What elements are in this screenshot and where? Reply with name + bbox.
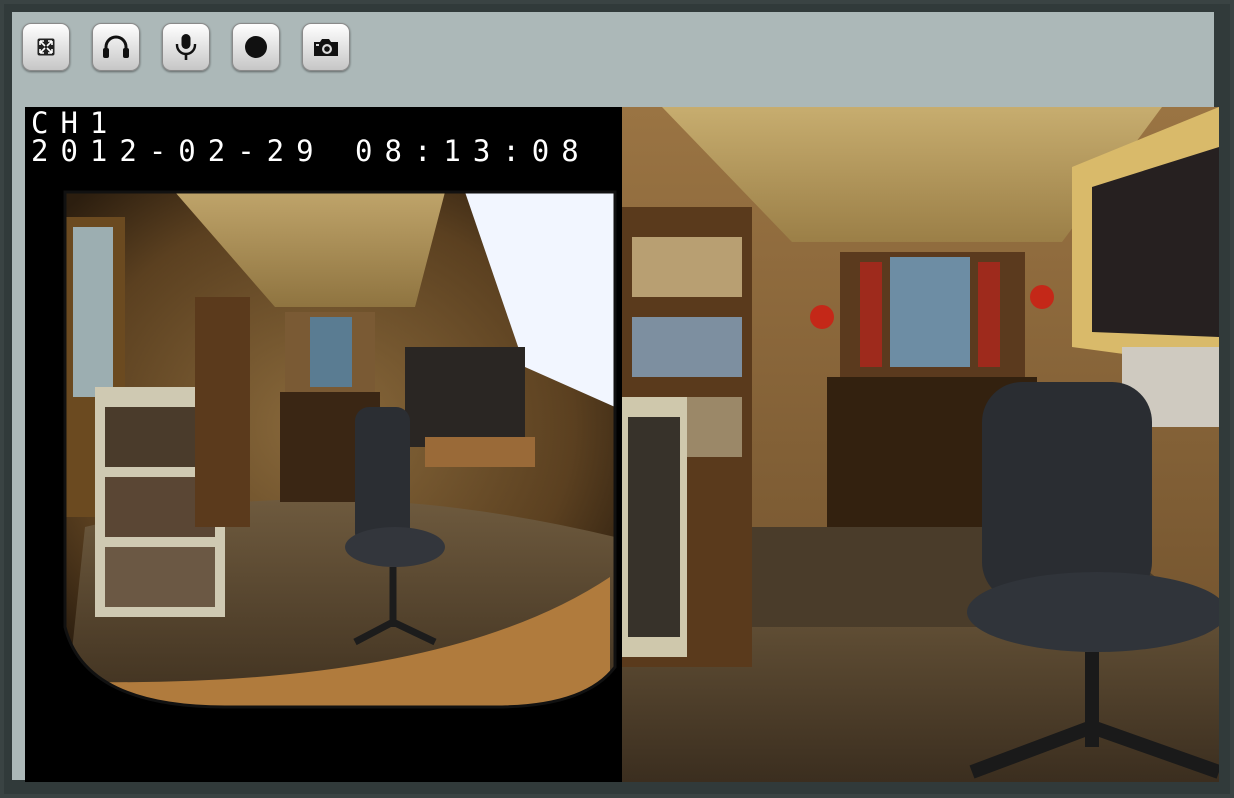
video-area[interactable]: CH1 2012-02-29 08:13:08 xyxy=(25,107,1219,782)
talk-microphone-button[interactable] xyxy=(162,23,210,71)
record-icon xyxy=(244,35,268,59)
toolbar xyxy=(22,22,350,72)
video-view-dewarped[interactable] xyxy=(622,107,1219,782)
snapshot-button[interactable] xyxy=(302,23,350,71)
audio-listen-button[interactable] xyxy=(92,23,140,71)
camera-icon xyxy=(312,36,340,58)
fullscreen-button[interactable] xyxy=(22,23,70,71)
video-view-fisheye[interactable]: CH1 2012-02-29 08:13:08 xyxy=(25,107,621,782)
fullscreen-icon xyxy=(37,38,55,56)
dewarped-camera-image xyxy=(622,107,1219,782)
osd-overlay: CH1 2012-02-29 08:13:08 xyxy=(31,107,591,168)
timestamp-label: 2012-02-29 08:13:08 xyxy=(31,134,591,168)
record-button[interactable] xyxy=(232,23,280,71)
microphone-icon xyxy=(174,32,198,62)
fisheye-camera-image xyxy=(63,190,617,709)
headphones-icon xyxy=(101,34,131,60)
channel-label: CH1 xyxy=(31,107,120,140)
